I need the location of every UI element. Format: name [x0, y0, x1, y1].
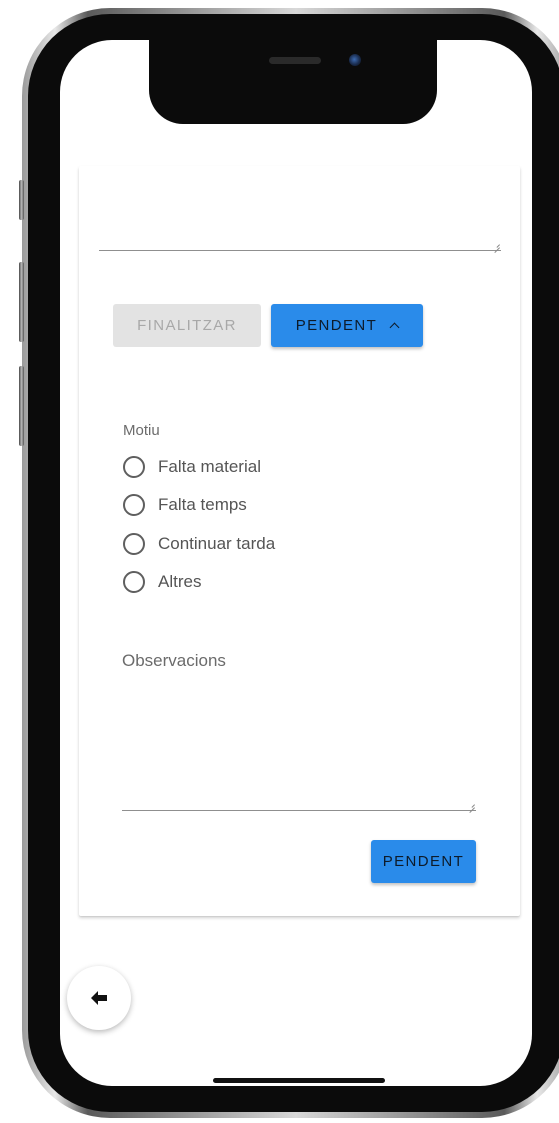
home-indicator[interactable]: [213, 1078, 385, 1083]
chevron-up-icon: [389, 322, 400, 333]
back-button[interactable]: [67, 966, 131, 1030]
pendent-submit-button-label: PENDENT: [382, 853, 465, 870]
pendent-submit-button[interactable]: PENDENT: [371, 840, 476, 883]
phone-volume-up-button: [19, 262, 24, 342]
radio-option-falta-temps[interactable]: Falta temps: [123, 492, 247, 518]
arrow-left-icon: [91, 991, 107, 1005]
radio-circle-icon[interactable]: [123, 533, 145, 555]
radio-option-label: Falta temps: [158, 495, 247, 514]
phone-notch: [149, 38, 437, 124]
observacions-label: Observacions: [122, 651, 226, 670]
radio-circle-icon[interactable]: [123, 571, 145, 593]
pendent-toggle-button[interactable]: PENDENT: [271, 304, 423, 347]
radio-option-altres[interactable]: Altres: [123, 569, 201, 595]
radio-circle-icon[interactable]: [123, 456, 145, 478]
finalitzar-button[interactable]: FINALITZAR: [113, 304, 261, 347]
radio-option-label: Continuar tarda: [158, 534, 276, 553]
radio-option-label: Altres: [158, 572, 202, 591]
motiu-label: Motiu: [123, 422, 160, 439]
observacions-resize-icon[interactable]: [469, 802, 475, 808]
radio-option-falta-material[interactable]: Falta material: [123, 454, 261, 480]
radio-option-continuar-tarda[interactable]: Continuar tarda: [123, 531, 275, 557]
finalitzar-button-label: FINALITZAR: [137, 317, 237, 334]
phone-notch-wrap: [0, 38, 559, 130]
radio-option-label: Falta material: [158, 457, 261, 476]
speaker-icon: [269, 57, 321, 64]
top-textarea-resize-icon[interactable]: [494, 242, 500, 248]
radio-circle-icon[interactable]: [123, 494, 145, 516]
pendent-toggle-button-label: PENDENT: [295, 317, 378, 334]
observacions-textarea-underline: [122, 810, 476, 811]
observacions-textarea[interactable]: [122, 680, 476, 810]
camera-icon: [349, 54, 361, 66]
top-textarea-underline: [99, 250, 501, 251]
top-textarea[interactable]: [99, 170, 501, 250]
phone-volume-down-button: [19, 366, 24, 446]
phone-side-button: [19, 180, 24, 220]
